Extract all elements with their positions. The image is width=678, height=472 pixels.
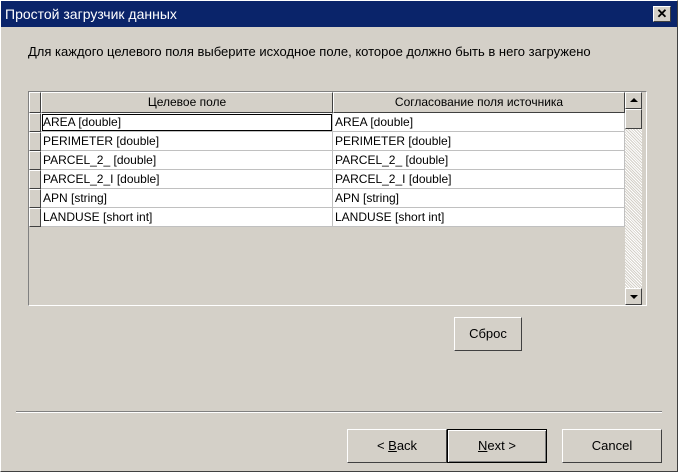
window-title: Простой загрузчик данных: [5, 6, 177, 22]
target-field-cell[interactable]: PARCEL_2_I [double]: [41, 170, 333, 189]
close-button[interactable]: ✕: [653, 6, 671, 22]
next-label: ext: [487, 438, 505, 453]
column-header-source[interactable]: Согласование поля источника: [333, 92, 625, 113]
row-selector[interactable]: [29, 132, 41, 151]
source-field-cell[interactable]: PARCEL_2_ [double]: [333, 151, 625, 170]
scroll-thumb[interactable]: [625, 109, 642, 129]
source-field-cell[interactable]: LANDUSE [short int]: [333, 208, 625, 227]
next-arrow: >: [508, 438, 516, 453]
triangle-up-icon: [630, 98, 638, 102]
target-field-cell[interactable]: PARCEL_2_ [double]: [41, 151, 333, 170]
table-row: PARCEL_2_I [double] PARCEL_2_I [double]: [29, 170, 625, 189]
table-row: PARCEL_2_ [double] PARCEL_2_ [double]: [29, 151, 625, 170]
next-mnemonic: N: [478, 438, 488, 453]
back-arrow: <: [376, 438, 385, 453]
next-button[interactable]: Next >: [447, 429, 547, 463]
footer-separator: [16, 411, 662, 413]
target-field-cell[interactable]: APN [string]: [41, 189, 333, 208]
row-selector[interactable]: [29, 170, 41, 189]
table-row: PERIMETER [double] PERIMETER [double]: [29, 132, 625, 151]
triangle-down-icon: [630, 295, 638, 299]
wizard-window: Простой загрузчик данных ✕ Для каждого ц…: [0, 0, 678, 472]
table-row: AREA [double] AREA [double]: [29, 113, 625, 132]
reset-button[interactable]: Сброс: [454, 317, 522, 351]
target-field-cell[interactable]: AREA [double]: [41, 113, 333, 132]
column-header-target[interactable]: Целевое поле: [41, 92, 333, 113]
row-selector[interactable]: [29, 113, 41, 132]
back-mnemonic: B: [388, 438, 397, 453]
row-selector[interactable]: [29, 189, 41, 208]
vertical-scrollbar[interactable]: [625, 92, 642, 305]
row-selector[interactable]: [29, 151, 41, 170]
source-field-cell[interactable]: PERIMETER [double]: [333, 132, 625, 151]
target-field-cell[interactable]: LANDUSE [short int]: [41, 208, 333, 227]
back-label: ack: [396, 438, 418, 453]
instruction-text: Для каждого целевого поля выберите исход…: [28, 44, 591, 59]
source-field-cell[interactable]: AREA [double]: [333, 113, 625, 132]
grid-corner-header: [29, 92, 41, 113]
table-row: APN [string] APN [string]: [29, 189, 625, 208]
title-bar: Простой загрузчик данных ✕: [1, 1, 677, 27]
back-button[interactable]: < Back: [347, 429, 447, 463]
target-field-cell[interactable]: PERIMETER [double]: [41, 132, 333, 151]
source-field-cell[interactable]: PARCEL_2_I [double]: [333, 170, 625, 189]
source-field-cell[interactable]: APN [string]: [333, 189, 625, 208]
scroll-up-button[interactable]: [625, 92, 642, 109]
row-selector[interactable]: [29, 208, 41, 227]
table-row: LANDUSE [short int] LANDUSE [short int]: [29, 208, 625, 227]
cancel-button[interactable]: Cancel: [562, 429, 662, 463]
field-mapping-grid: Целевое поле Согласование поля источника…: [28, 91, 647, 306]
scroll-down-button[interactable]: [625, 288, 642, 305]
